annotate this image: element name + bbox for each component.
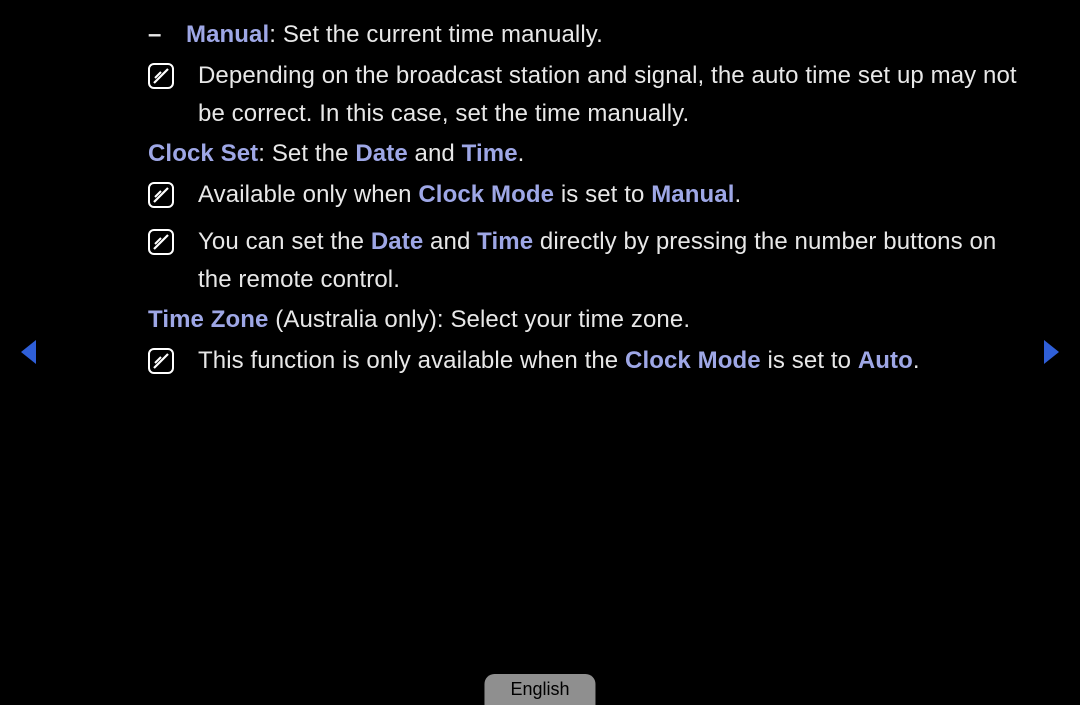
note-row-4: This function is only available when the…	[148, 342, 1028, 386]
note4-e: .	[913, 347, 920, 374]
note-row-1: Depending on the broadcast station and s…	[148, 57, 1028, 133]
manual-desc: : Set the current time manually.	[269, 21, 603, 48]
note3-a: You can set the	[198, 228, 371, 255]
note-icon	[148, 342, 198, 386]
note3-b: Date	[371, 228, 423, 255]
note4-d: Auto	[858, 347, 913, 374]
clock-set-and: and	[408, 140, 462, 167]
note-icon	[148, 223, 198, 299]
note2-a: Available only when	[198, 181, 418, 208]
time-zone-row: Time Zone (Australia only): Select your …	[148, 301, 1028, 339]
note-3-text: You can set the Date and Time directly b…	[198, 223, 1028, 299]
note-icon	[148, 176, 198, 220]
note2-b: Clock Mode	[418, 181, 554, 208]
note2-e: .	[734, 181, 741, 208]
note-icon	[148, 57, 198, 133]
manual-option-row: – Manual: Set the current time manually.	[148, 16, 1028, 54]
previous-page-arrow[interactable]	[18, 338, 40, 366]
note4-a: This function is only available when the	[198, 347, 625, 374]
next-page-arrow[interactable]	[1040, 338, 1062, 366]
clock-set-date: Date	[355, 140, 407, 167]
manual-content: – Manual: Set the current time manually.…	[148, 16, 1028, 386]
manual-label: Manual	[186, 21, 269, 48]
note-4-text: This function is only available when the…	[198, 342, 920, 386]
note3-c: and	[423, 228, 477, 255]
time-zone-rest: (Australia only): Select your time zone.	[268, 306, 690, 333]
note-row-2: Available only when Clock Mode is set to…	[148, 176, 1028, 220]
manual-text: Manual: Set the current time manually.	[186, 16, 603, 54]
clock-set-label: Clock Set	[148, 140, 258, 167]
note-1-text: Depending on the broadcast station and s…	[198, 57, 1028, 133]
clock-set-mid: : Set the	[258, 140, 355, 167]
note2-c: is set to	[554, 181, 651, 208]
dash-bullet: –	[148, 16, 186, 54]
note-row-3: You can set the Date and Time directly b…	[148, 223, 1028, 299]
clock-set-row: Clock Set: Set the Date and Time.	[148, 135, 1028, 173]
clock-set-time: Time	[462, 140, 518, 167]
note3-d: Time	[477, 228, 533, 255]
note4-c: is set to	[761, 347, 858, 374]
note-2-text: Available only when Clock Mode is set to…	[198, 176, 741, 220]
time-zone-label: Time Zone	[148, 306, 268, 333]
language-indicator[interactable]: English	[484, 674, 595, 705]
note4-b: Clock Mode	[625, 347, 761, 374]
clock-set-end: .	[518, 140, 525, 167]
note2-d: Manual	[651, 181, 734, 208]
